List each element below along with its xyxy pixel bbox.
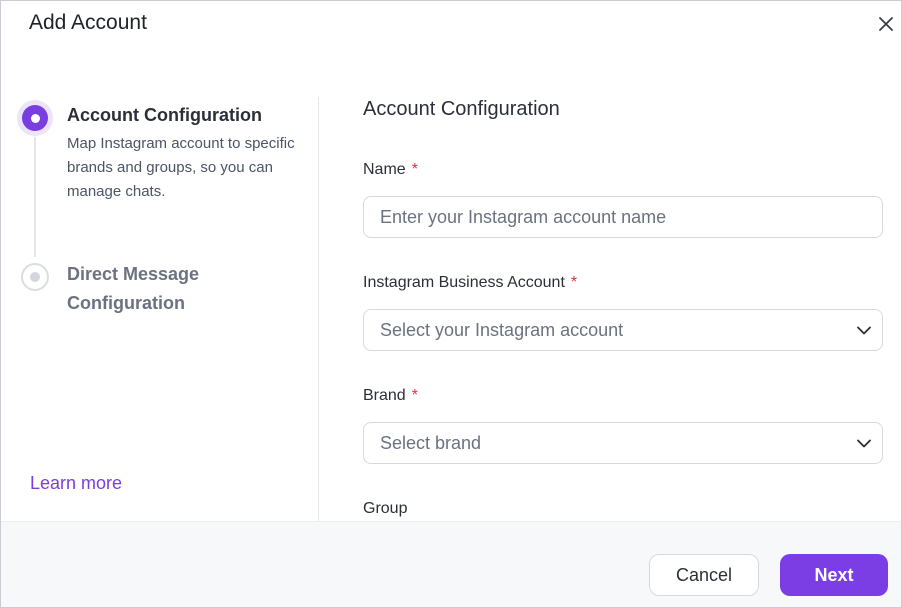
step-description: Map Instagram account to specific brands… bbox=[67, 135, 295, 200]
close-button[interactable] bbox=[873, 11, 899, 37]
required-marker: * bbox=[411, 161, 418, 178]
chevron-down-icon bbox=[846, 439, 882, 448]
group-label: Group bbox=[363, 500, 408, 517]
column-divider bbox=[318, 97, 319, 521]
instagram-account-select-placeholder: Select your Instagram account bbox=[380, 319, 624, 340]
next-button[interactable]: Next bbox=[780, 554, 888, 596]
cancel-button[interactable]: Cancel bbox=[649, 554, 759, 596]
add-account-dialog: Add Account Account Configuration Map In… bbox=[0, 0, 902, 608]
brand-select-placeholder: Select brand bbox=[380, 432, 482, 453]
step-title-direct-message-configuration: Direct Message Configuration bbox=[67, 264, 200, 313]
step-indicator-inactive bbox=[17, 259, 53, 295]
name-label-text: Name bbox=[363, 161, 406, 178]
brand-label-text: Brand bbox=[363, 387, 406, 404]
required-marker: * bbox=[411, 387, 418, 404]
brand-select[interactable]: Select brand bbox=[363, 422, 883, 464]
name-field-box bbox=[363, 196, 883, 238]
form-heading: Account Configuration bbox=[363, 98, 560, 120]
name-label: Name * bbox=[363, 161, 418, 179]
instagram-business-account-label: Instagram Business Account * bbox=[363, 274, 577, 292]
step-indicator-active bbox=[17, 100, 53, 136]
instagram-business-account-label-text: Instagram Business Account bbox=[363, 274, 565, 291]
learn-more-link[interactable]: Learn more bbox=[30, 473, 122, 494]
dialog-title: Add Account bbox=[29, 11, 147, 34]
stepper-connector bbox=[34, 137, 36, 257]
name-input[interactable] bbox=[364, 197, 882, 237]
chevron-down-icon bbox=[846, 326, 882, 335]
dialog-footer: Cancel Next bbox=[1, 521, 901, 607]
instagram-account-select[interactable]: Select your Instagram account bbox=[363, 309, 883, 351]
close-icon bbox=[879, 17, 893, 31]
brand-label: Brand * bbox=[363, 387, 418, 405]
required-marker: * bbox=[570, 274, 578, 291]
step-title-account-configuration: Account Configuration bbox=[67, 105, 262, 125]
